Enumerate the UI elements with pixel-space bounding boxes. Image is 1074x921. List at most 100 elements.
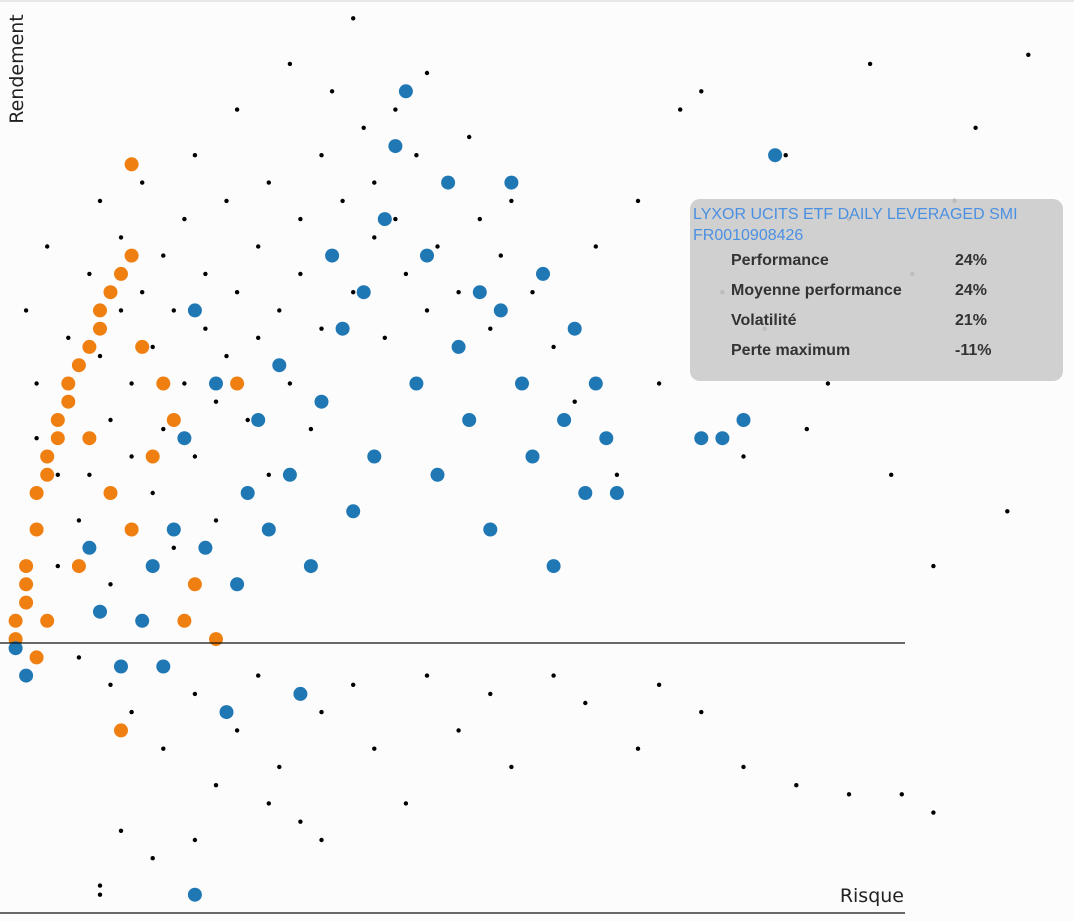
fund-point[interactable] — [319, 709, 324, 715]
fund-point[interactable] — [635, 198, 641, 204]
fund-point[interactable] — [656, 682, 662, 687]
fund-point[interactable] — [424, 673, 430, 678]
fund-point[interactable] — [277, 308, 282, 313]
category-point[interactable] — [103, 486, 118, 500]
fund-point[interactable] — [635, 746, 641, 751]
category-point[interactable] — [156, 376, 171, 391]
fund-point[interactable] — [456, 290, 461, 295]
fund-point[interactable] — [846, 792, 852, 797]
category-point[interactable] — [135, 339, 150, 354]
category-point[interactable] — [177, 613, 192, 628]
fund-point[interactable] — [224, 198, 229, 204]
selection-point[interactable] — [230, 577, 245, 592]
fund-point[interactable] — [213, 783, 219, 788]
selection-point[interactable] — [346, 504, 361, 519]
fund-point[interactable] — [34, 381, 39, 386]
category-point[interactable] — [114, 266, 128, 281]
fund-point[interactable] — [804, 426, 809, 432]
fund-point[interactable] — [266, 472, 271, 477]
fund-point[interactable] — [76, 518, 82, 523]
fund-point[interactable] — [97, 892, 103, 897]
fund-point[interactable] — [403, 271, 409, 277]
fund-point[interactable] — [55, 563, 60, 569]
fund-point[interactable] — [245, 417, 250, 423]
category-point[interactable] — [61, 376, 76, 391]
fund-point[interactable] — [372, 180, 377, 185]
fund-point[interactable] — [171, 545, 176, 550]
fund-point[interactable] — [161, 746, 166, 751]
fund-point[interactable] — [867, 61, 873, 67]
category-point[interactable] — [29, 486, 44, 500]
fund-point[interactable] — [593, 244, 598, 249]
category-point[interactable] — [19, 559, 34, 574]
fund-point[interactable] — [150, 490, 155, 496]
fund-point[interactable] — [108, 682, 113, 687]
selection-point[interactable] — [209, 376, 223, 391]
selection-point[interactable] — [546, 559, 561, 574]
selection-point[interactable] — [198, 540, 213, 555]
category-point[interactable] — [187, 577, 202, 592]
fund-point[interactable] — [783, 153, 788, 158]
selection-point[interactable] — [93, 604, 107, 619]
selection-point[interactable] — [177, 431, 192, 446]
fund-point[interactable] — [129, 454, 134, 459]
fund-point[interactable] — [498, 253, 503, 258]
selection-point[interactable] — [272, 358, 287, 373]
selection-point[interactable] — [462, 413, 477, 427]
fund-point[interactable] — [678, 107, 683, 112]
selection-point[interactable] — [114, 659, 128, 674]
fund-point[interactable] — [34, 436, 39, 441]
fund-point[interactable] — [87, 271, 92, 277]
fund-point[interactable] — [931, 810, 936, 815]
selection-point[interactable] — [261, 522, 276, 537]
fund-point[interactable] — [118, 235, 124, 240]
fund-point[interactable] — [298, 819, 303, 824]
selection-point[interactable] — [694, 431, 709, 446]
selection-point[interactable] — [335, 321, 350, 336]
selection-point[interactable] — [567, 321, 582, 336]
fund-point[interactable] — [382, 335, 387, 340]
category-point[interactable] — [103, 285, 118, 300]
fund-point[interactable] — [192, 691, 198, 697]
selection-point[interactable] — [420, 248, 434, 263]
fund-point[interactable] — [889, 472, 894, 477]
fund-point[interactable] — [256, 335, 261, 340]
fund-point[interactable] — [171, 308, 176, 313]
fund-point[interactable] — [256, 673, 261, 678]
category-point[interactable] — [19, 595, 34, 610]
scatter-plot[interactable] — [0, 0, 1074, 921]
category-point[interactable] — [166, 413, 181, 427]
fund-point[interactable] — [277, 764, 282, 770]
fund-point[interactable] — [424, 70, 430, 76]
selection-point[interactable] — [240, 486, 255, 500]
fund-point[interactable] — [477, 216, 482, 222]
category-point[interactable] — [209, 632, 223, 647]
selection-point[interactable] — [251, 413, 266, 427]
selection-point[interactable] — [525, 449, 540, 464]
selection-point[interactable] — [472, 285, 487, 300]
category-point[interactable] — [71, 358, 86, 373]
category-point[interactable] — [50, 413, 65, 427]
fund-point[interactable] — [182, 381, 187, 386]
selection-point[interactable] — [409, 376, 424, 391]
fund-point[interactable] — [699, 89, 704, 94]
fund-point[interactable] — [266, 180, 271, 185]
selection-point[interactable] — [609, 486, 624, 500]
category-point[interactable] — [114, 723, 128, 738]
selection-point[interactable] — [135, 613, 150, 628]
fund-point[interactable] — [1026, 52, 1031, 57]
fund-point[interactable] — [741, 764, 746, 770]
fund-point[interactable] — [794, 783, 799, 788]
category-point[interactable] — [8, 613, 23, 628]
fund-point[interactable] — [509, 198, 514, 204]
selection-point[interactable] — [736, 413, 751, 427]
fund-point[interactable] — [572, 399, 577, 404]
fund-point[interactable] — [97, 353, 103, 359]
category-point[interactable] — [124, 522, 139, 537]
fund-point[interactable] — [234, 290, 240, 295]
category-point[interactable] — [124, 157, 139, 172]
selection-point[interactable] — [398, 84, 413, 99]
selection-point[interactable] — [768, 148, 783, 163]
fund-point[interactable] — [150, 344, 155, 350]
category-point[interactable] — [40, 613, 55, 628]
